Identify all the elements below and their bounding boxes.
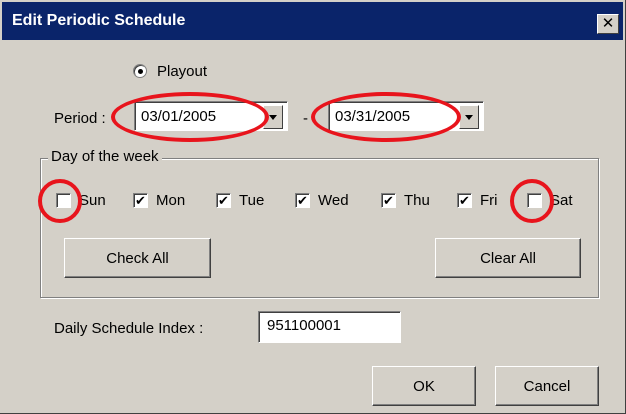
day-label: Fri [480, 191, 498, 209]
period-start-value: 03/01/2005 [141, 108, 217, 125]
period-end-value: 03/31/2005 [335, 108, 411, 125]
day-option-tue[interactable]: ✔ Tue [216, 190, 264, 210]
check-all-button[interactable]: Check All [64, 238, 211, 278]
period-start-combo[interactable]: 03/01/2005 [134, 101, 288, 131]
period-end-combo[interactable]: 03/31/2005 [328, 101, 484, 131]
cancel-button[interactable]: Cancel [495, 366, 599, 406]
title-bar[interactable]: Edit Periodic Schedule ✕ [2, 2, 623, 40]
chevron-down-icon [465, 115, 473, 120]
day-option-fri[interactable]: ✔ Fri [457, 190, 498, 210]
ok-button[interactable]: OK [372, 366, 476, 406]
day-label: Sun [79, 191, 106, 209]
chevron-down-icon [269, 115, 277, 120]
mon-checkbox[interactable]: ✔ [133, 192, 148, 208]
day-option-wed[interactable]: ✔ Wed [295, 190, 349, 210]
day-label: Mon [156, 191, 186, 209]
edit-periodic-schedule-dialog: Edit Periodic Schedule ✕ Playout Period … [0, 0, 626, 414]
period-start-dropdown-button[interactable] [263, 105, 283, 129]
day-of-week-legend: Day of the week [48, 148, 162, 165]
day-option-mon[interactable]: ✔ Mon [133, 190, 185, 210]
day-label: Sat [550, 191, 573, 209]
clear-all-button[interactable]: Clear All [435, 238, 581, 278]
period-separator: - [303, 110, 308, 127]
period-end-dropdown-button[interactable] [459, 105, 479, 129]
window-title: Edit Periodic Schedule [12, 12, 186, 29]
tue-checkbox[interactable]: ✔ [216, 192, 231, 208]
fri-checkbox[interactable]: ✔ [457, 192, 472, 208]
radio-selected-dot [138, 69, 143, 74]
sat-checkbox[interactable] [527, 192, 542, 208]
daily-schedule-index-value: 951100001 [267, 317, 341, 334]
daily-schedule-index-field[interactable]: 951100001 [258, 311, 401, 343]
day-label: Wed [318, 191, 349, 209]
playout-radio-option[interactable]: Playout [133, 61, 207, 81]
wed-checkbox[interactable]: ✔ [295, 192, 310, 208]
day-option-thu[interactable]: ✔ Thu [381, 190, 430, 210]
day-option-sun[interactable]: Sun [56, 190, 106, 210]
playout-label: Playout [157, 62, 208, 80]
playout-radio[interactable] [133, 64, 147, 78]
close-icon[interactable]: ✕ [597, 14, 619, 34]
daily-schedule-index-label: Daily Schedule Index : [54, 320, 204, 337]
sun-checkbox[interactable] [56, 192, 71, 208]
day-label: Tue [239, 191, 265, 209]
thu-checkbox[interactable]: ✔ [381, 192, 396, 208]
day-option-sat[interactable]: Sat [527, 190, 573, 210]
period-label: Period : [54, 110, 106, 127]
day-label: Thu [404, 191, 430, 209]
